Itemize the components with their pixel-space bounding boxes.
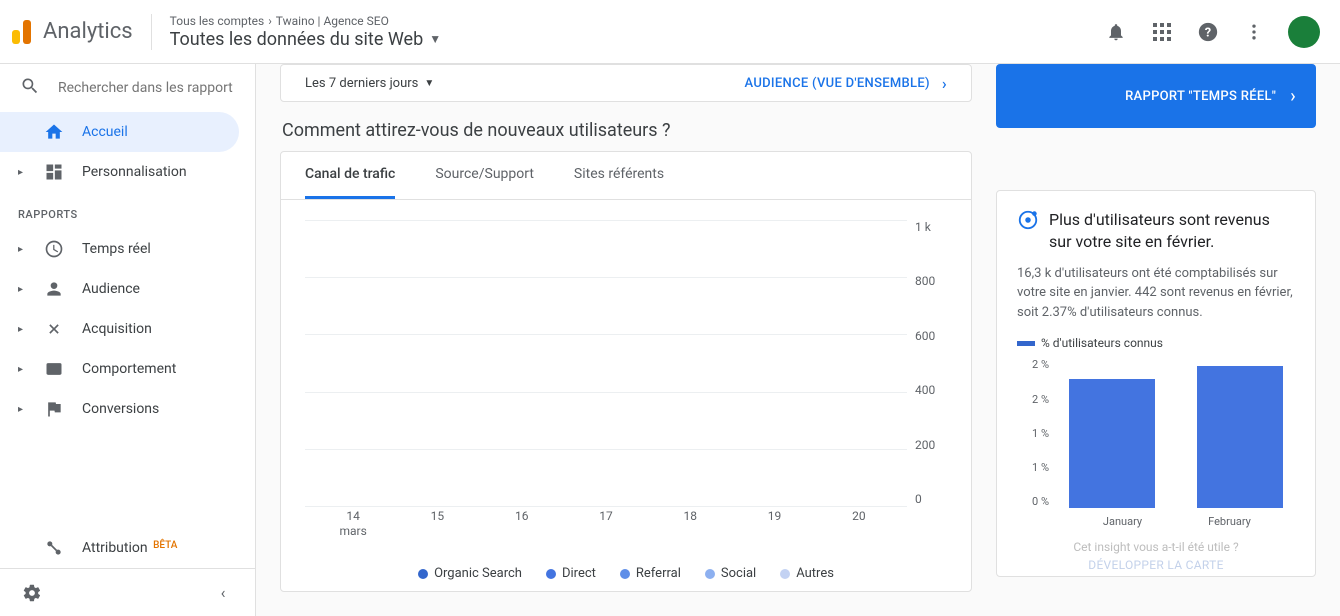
insight-feedback-prompt: Cet insight vous a-t-il été utile ? <box>1017 540 1295 554</box>
person-icon <box>44 279 64 299</box>
expand-icon: ▸ <box>18 324 26 335</box>
brand-logo[interactable]: Analytics <box>12 19 133 44</box>
nav-label: Acquisition <box>82 321 152 337</box>
section-heading: Comment attirez-vous de nouveaux utilisa… <box>282 120 972 141</box>
view-title: Toutes les données du site Web <box>170 29 424 50</box>
audience-overview-link[interactable]: AUDIENCE (VUE D'ENSEMBLE) › <box>745 74 947 93</box>
insight-card: Plus d'utilisateurs sont revenus sur vot… <box>996 190 1316 577</box>
home-icon <box>44 122 64 142</box>
expand-icon: ▸ <box>18 364 26 375</box>
period-selector[interactable]: Les 7 derniers jours ▼ <box>305 76 434 91</box>
nav-label: Accueil <box>82 124 128 140</box>
expand-icon: ▸ <box>18 167 26 178</box>
caret-down-icon: ▼ <box>429 32 441 46</box>
insight-title: Plus d'utilisateurs sont revenus sur vot… <box>1049 209 1295 254</box>
nav-label: Audience <box>82 281 140 297</box>
property-selector[interactable]: Tous les comptes › Twaino | Agence SEO T… <box>170 14 441 50</box>
comportement-icon <box>44 359 64 379</box>
insight-expand-link[interactable]: DÉVELOPPER LA CARTE <box>1017 558 1295 572</box>
expand-icon: ▸ <box>18 244 26 255</box>
nav-label: Temps réel <box>82 241 151 257</box>
chart-legend: Organic Search Direct Referral Social Autres <box>281 538 971 591</box>
nav-accueil[interactable]: Accueil <box>0 112 239 152</box>
dashboard-icon <box>44 162 64 182</box>
legend-item[interactable]: Direct <box>546 566 596 581</box>
sidebar-search[interactable] <box>0 64 255 112</box>
legend-item[interactable]: Social <box>705 566 756 581</box>
notifications-icon[interactable] <box>1104 20 1128 44</box>
insight-icon <box>1017 209 1039 231</box>
insight-body: 16,3 k d'utilisateurs ont été comptabili… <box>1017 264 1295 323</box>
chart-tabs: Canal de trafic Source/Support Sites réf… <box>281 152 971 200</box>
realtime-report-link[interactable]: RAPPORT "TEMPS RÉEL" › <box>996 64 1316 128</box>
nav-temps-reel[interactable]: ▸ Temps réel <box>0 229 255 269</box>
legend-item[interactable]: Autres <box>780 566 834 581</box>
expand-icon: ▸ <box>18 284 26 295</box>
nav-personnalisation[interactable]: ▸ Personnalisation <box>0 152 255 192</box>
apps-grid-icon[interactable] <box>1150 20 1174 44</box>
settings-icon[interactable] <box>20 581 44 605</box>
svg-text:?: ? <box>1205 25 1211 40</box>
more-vert-icon[interactable] <box>1242 20 1266 44</box>
mini-bar[interactable] <box>1069 379 1155 508</box>
acquisition-icon <box>44 319 64 339</box>
mini-chart: 2 %2 %1 %1 %0 % JanuaryFebruary <box>1017 358 1295 528</box>
chevron-right-icon: › <box>268 14 272 28</box>
caret-down-icon: ▼ <box>424 78 434 89</box>
traffic-chart-card: Canal de trafic Source/Support Sites réf… <box>280 151 972 592</box>
chevron-right-icon: › <box>1290 86 1296 107</box>
attribution-icon <box>44 538 64 558</box>
nav-label: Attribution BÊTA <box>82 540 177 556</box>
search-input[interactable] <box>58 80 236 96</box>
user-avatar[interactable] <box>1288 16 1320 48</box>
help-icon[interactable]: ? <box>1196 20 1220 44</box>
analytics-logo-icon <box>12 20 31 44</box>
nav-label: Comportement <box>82 361 176 377</box>
sidebar-footer: ‹ <box>0 568 255 616</box>
legend-item[interactable]: Organic Search <box>418 566 522 581</box>
nav-label: Conversions <box>82 401 159 417</box>
nav-comportement[interactable]: ▸ Comportement <box>0 349 255 389</box>
nav-conversions[interactable]: ▸ Conversions <box>0 389 255 429</box>
main-content: Les 7 derniers jours ▼ AUDIENCE (VUE D'E… <box>256 64 1340 616</box>
beta-badge: BÊTA <box>153 540 177 551</box>
section-label-rapports: RAPPORTS <box>0 192 255 229</box>
clock-icon <box>44 239 64 259</box>
search-icon <box>20 76 40 100</box>
nav-label: Personnalisation <box>82 164 187 180</box>
nav-audience[interactable]: ▸ Audience <box>0 269 255 309</box>
tab-sites-referents[interactable]: Sites référents <box>574 152 664 199</box>
mini-chart-legend: % d'utilisateurs connus <box>1017 336 1295 350</box>
divider <box>151 14 152 50</box>
flag-icon <box>44 399 64 419</box>
nav-attribution[interactable]: Attribution BÊTA <box>0 528 255 568</box>
tab-source-support[interactable]: Source/Support <box>435 152 534 199</box>
expand-icon: ▸ <box>18 404 26 415</box>
nav-acquisition[interactable]: ▸ Acquisition <box>0 309 255 349</box>
tab-canal-trafic[interactable]: Canal de trafic <box>305 152 395 199</box>
app-header: Analytics Tous les comptes › Twaino | Ag… <box>0 0 1340 64</box>
period-strip: Les 7 derniers jours ▼ AUDIENCE (VUE D'E… <box>280 64 972 102</box>
sidebar: Accueil ▸ Personnalisation RAPPORTS ▸ Te… <box>0 64 256 616</box>
legend-item[interactable]: Referral <box>620 566 681 581</box>
traffic-chart: 1 k8006004002000 14mars151617181920 <box>281 200 971 538</box>
mini-bar[interactable] <box>1197 366 1283 508</box>
chevron-right-icon: › <box>942 74 947 93</box>
breadcrumb: Tous les comptes › Twaino | Agence SEO <box>170 14 441 28</box>
collapse-sidebar-icon[interactable]: ‹ <box>211 581 235 605</box>
brand-name: Analytics <box>43 19 133 44</box>
